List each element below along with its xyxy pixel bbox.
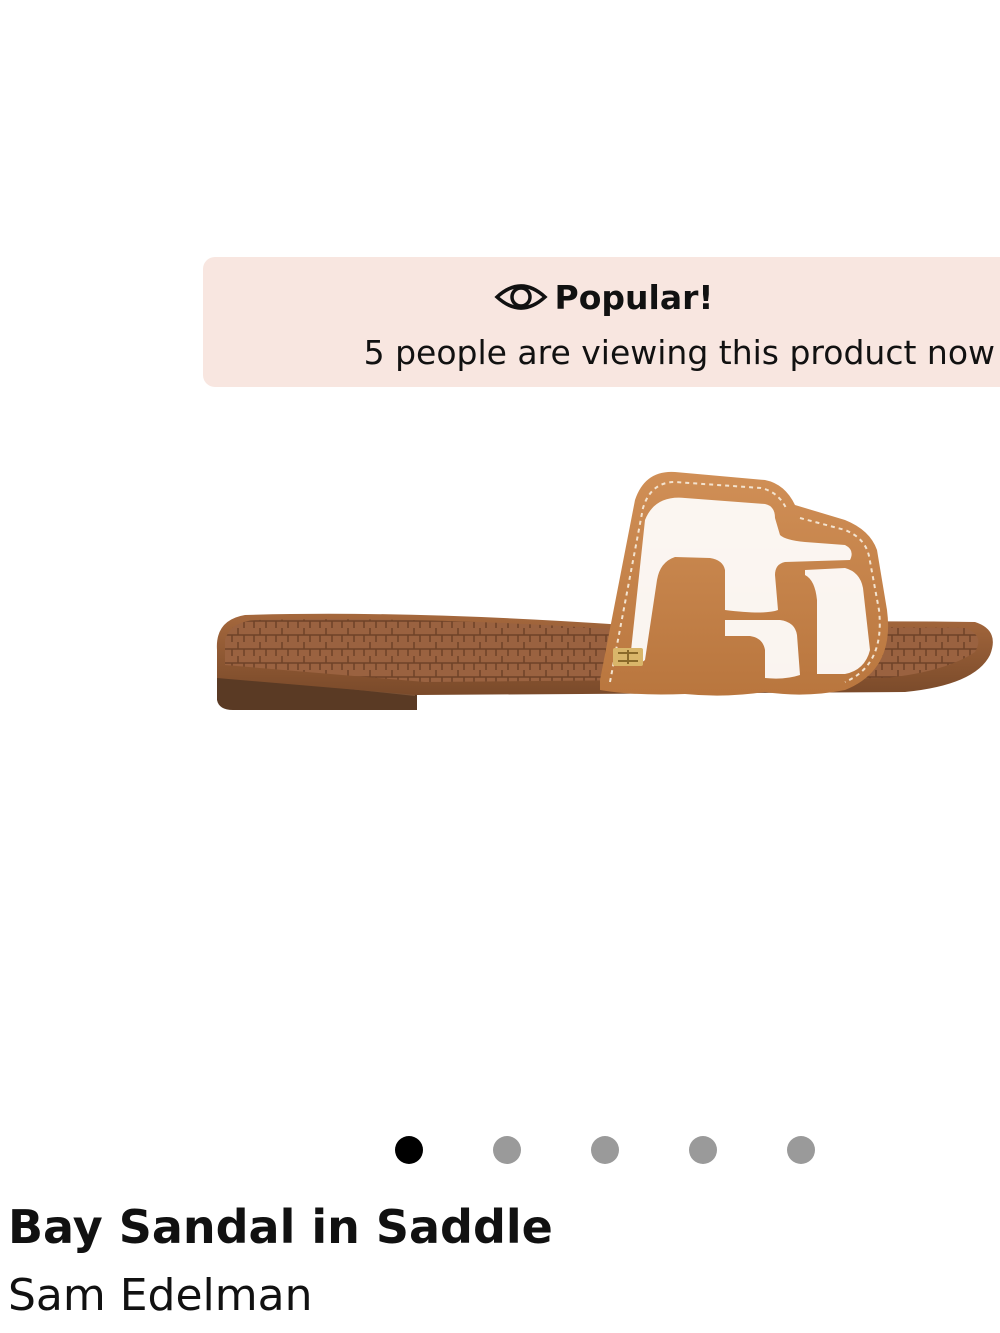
popular-banner: Popular! 5 people are viewing this produ… (203, 257, 1000, 387)
product-image[interactable] (0, 0, 1000, 1120)
carousel-dot-2[interactable] (493, 1136, 521, 1164)
carousel-dot-5[interactable] (787, 1136, 815, 1164)
carousel-dot-1[interactable] (395, 1136, 423, 1164)
eye-icon (493, 277, 549, 317)
product-title: Bay Sandal in Saddle (8, 1200, 553, 1254)
brand-name[interactable]: Sam Edelman (8, 1270, 312, 1321)
sandal-illustration (216, 471, 993, 710)
popular-title: Popular! (554, 277, 714, 317)
carousel-dot-4[interactable] (689, 1136, 717, 1164)
carousel-dot-3[interactable] (591, 1136, 619, 1164)
carousel-dots (395, 1136, 815, 1164)
popular-title-row: Popular! (203, 273, 1000, 321)
popular-message: 5 people are viewing this product now (363, 333, 995, 372)
